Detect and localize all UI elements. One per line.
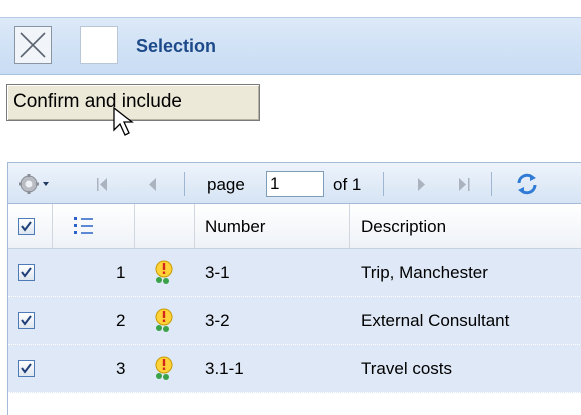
gear-icon[interactable]	[18, 173, 52, 195]
row-description: Travel costs	[361, 359, 453, 378]
row-description: Trip, Manchester	[361, 263, 488, 282]
row-checkbox[interactable]	[18, 312, 35, 329]
close-x-icon	[20, 32, 46, 58]
page-label: page	[207, 175, 245, 194]
select-all-column	[8, 204, 53, 248]
first-page-icon[interactable]	[94, 176, 112, 193]
numbered-list-icon	[74, 217, 93, 234]
row-checkbox[interactable]	[18, 360, 35, 377]
row-description: External Consultant	[361, 311, 510, 330]
page-count-label: of 1	[333, 175, 362, 194]
items-grid: page of 1	[7, 162, 581, 415]
table-row[interactable]: 2 3-2 External Consultant	[8, 297, 581, 345]
status-column-header[interactable]	[135, 204, 195, 248]
description-column-header[interactable]: Description	[350, 204, 581, 248]
index-column-header[interactable]	[53, 204, 135, 248]
last-page-icon[interactable]	[456, 176, 474, 193]
warning-status-icon	[155, 260, 173, 284]
row-index: 2	[116, 311, 126, 330]
mouse-cursor-icon	[113, 106, 134, 136]
row-number: 3.1-1	[205, 359, 244, 378]
selection-checkbox[interactable]	[80, 26, 118, 64]
description-header-label: Description	[361, 217, 447, 236]
page-number-input[interactable]	[266, 171, 324, 197]
warning-status-icon	[155, 308, 173, 332]
row-number: 3-2	[205, 311, 230, 330]
next-page-icon[interactable]	[415, 176, 429, 193]
number-header-label: Number	[205, 217, 266, 236]
selection-bar: Selection	[0, 17, 581, 75]
refresh-icon[interactable]	[514, 171, 540, 197]
prev-page-icon[interactable]	[146, 176, 160, 193]
grid-toolbar: page of 1	[8, 162, 581, 204]
row-number: 3-1	[205, 263, 230, 282]
table-row[interactable]: 1 3-1 Trip, Manchester	[8, 249, 581, 297]
close-button[interactable]	[14, 26, 52, 64]
row-index: 3	[116, 359, 126, 378]
selection-title: Selection	[136, 36, 217, 56]
row-checkbox[interactable]	[18, 264, 35, 281]
row-index: 1	[116, 263, 126, 282]
grid-header: Number Description	[8, 204, 581, 249]
select-all-checkbox[interactable]	[18, 218, 35, 235]
table-row[interactable]: 3 3.1-1 Travel costs	[8, 345, 581, 393]
number-column-header[interactable]: Number	[195, 204, 350, 248]
warning-status-icon	[155, 356, 173, 380]
